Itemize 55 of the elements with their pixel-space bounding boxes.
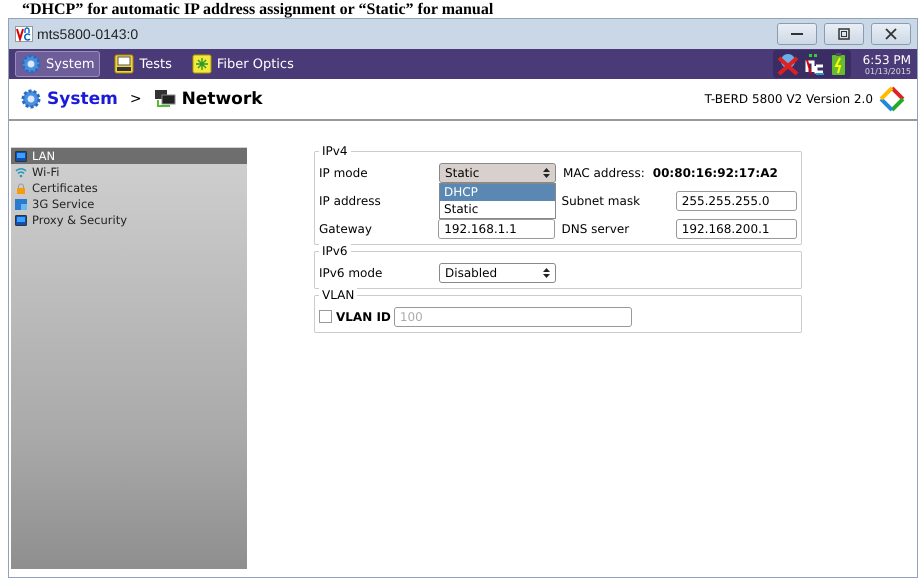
updown-arrows-icon [543,168,550,178]
updown-arrows-icon [543,268,550,278]
group-title: VLAN [319,288,358,302]
sidebar-item[interactable]: LAN [11,148,247,164]
input-field[interactable]: 255.255.255.0 [676,190,797,210]
group-title: IPv6 [319,244,351,258]
monitor-icon [15,150,27,162]
group-title: IPv4 [319,144,351,158]
field-label: IP mode [319,166,369,180]
nc-icon [802,52,827,76]
gear-icon [21,54,41,74]
version-text: T-BERD 5800 V2 Version 2.0 [704,92,873,106]
input-field[interactable]: 100 [394,306,632,326]
lock-icon [15,182,27,194]
maximize-icon [838,28,850,40]
meter-icon [114,54,134,74]
breadcrumb-separator: > [130,91,142,107]
computers-icon [154,89,176,109]
dropdown[interactable]: Disabled [439,262,556,282]
sidebar-item[interactable]: Certificates [11,180,247,196]
clock-date: 01/13/2015 [864,66,911,76]
diamond-logo-icon [879,86,905,112]
sidebar-item[interactable]: Wi-Fi [11,164,247,180]
field-label: Subnet mask [561,194,642,208]
monitor-icon [15,214,27,226]
caption-text: “DHCP” for automatic IP address assignment or “Static” for manual [21,0,494,18]
cellular-icon [15,198,27,210]
maximize-button[interactable] [824,23,864,45]
field-label: IP address [319,194,382,208]
sidebar-item[interactable]: 3G Service [11,196,247,212]
breadcrumb-link[interactable]: System [47,89,118,109]
dropdown-option[interactable]: DHCP [440,184,555,200]
star-burst-icon [192,54,212,74]
vlan-checkbox[interactable]: VLAN ID [319,310,391,324]
toolbar-tab[interactable]: Tests [108,51,178,77]
close-button[interactable] [871,23,911,45]
field-label: MAC address: [563,166,645,180]
breadcrumb-current: Network [182,89,263,109]
dropdown[interactable]: Static [439,162,556,182]
field-label: IPv6 mode [319,266,384,280]
field-label: DNS server [562,222,630,236]
window-title: mts5800-0143:0 [37,26,138,42]
sidebar-item[interactable]: Proxy & Security [11,212,247,228]
minimize-button[interactable] [777,23,817,45]
input-field[interactable]: 192.168.200.1 [676,218,797,238]
close-icon [885,28,897,40]
wifi-icon [15,166,27,178]
toolbar-tab[interactable]: Fiber Optics [186,51,300,77]
mac-value: 00:80:16:92:17:A2 [652,166,778,180]
app-logo-icon [15,26,33,42]
field-label: Gateway [319,222,374,236]
input-field[interactable]: 192.168.1.1 [438,218,554,238]
toolbar-tab[interactable]: System [15,51,100,77]
clock-time: 6:53 PM [862,52,911,66]
gear-icon [21,89,41,109]
